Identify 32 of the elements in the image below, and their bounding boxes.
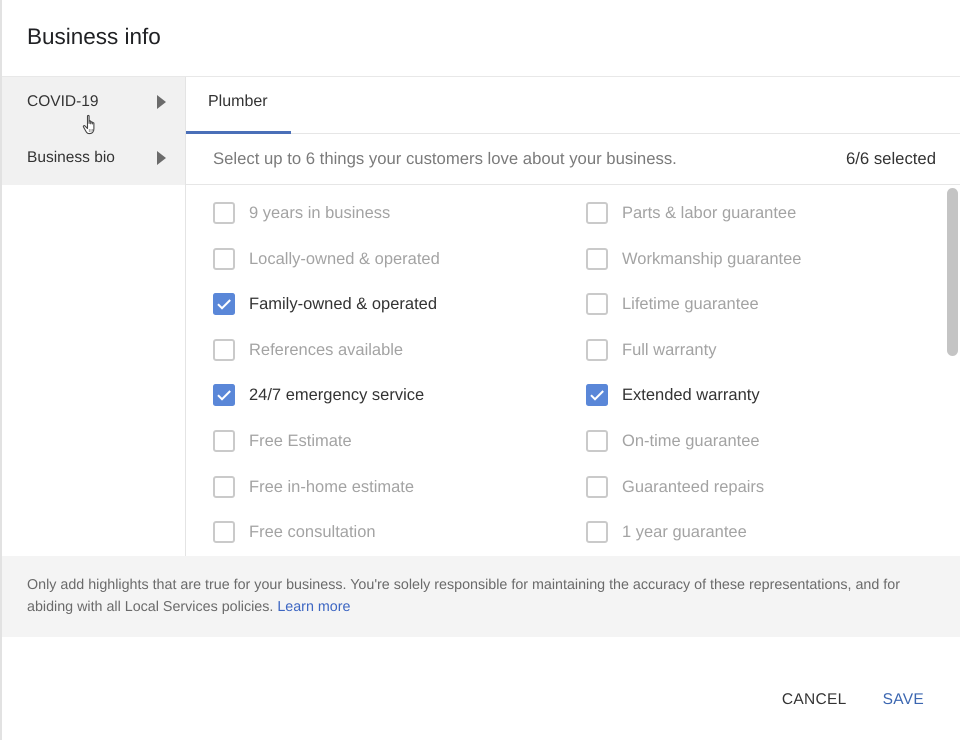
sidebar-item[interactable]: Business bio xyxy=(2,131,185,185)
checkbox-label: References available xyxy=(249,340,404,361)
save-button[interactable]: SAVE xyxy=(876,684,930,715)
checkbox-label: Lifetime guarantee xyxy=(622,294,759,316)
notice-text: Only add highlights that are true for your business. You're solely responsible for maintaining the accuracy of these representations, and for abiding with all Local Services policies. Learn more xyxy=(27,576,901,617)
checkbox-label: Free consultation xyxy=(249,522,376,544)
checkbox-label: Full warranty xyxy=(622,340,716,361)
checkbox-label: Workmanship guarantee xyxy=(622,248,802,270)
caret-icon xyxy=(157,95,166,109)
sidebar-item[interactable]: COVID-19 xyxy=(2,77,185,131)
dialog-title: Business info xyxy=(27,22,161,50)
checkbox-label: 9 years in business xyxy=(249,203,390,224)
checkbox-label: 24/7 emergency service xyxy=(249,385,424,406)
cancel-button[interactable]: CANCEL xyxy=(776,684,853,715)
learn-more-link[interactable]: Learn more xyxy=(277,599,350,615)
instruction-text: Select up to 6 things your customers love about your business. xyxy=(213,148,677,170)
tab[interactable]: Plumber xyxy=(186,77,291,134)
checkbox[interactable] xyxy=(213,293,235,316)
checkbox-label: On-time guarantee xyxy=(622,430,760,452)
checkbox-label: Extended warranty xyxy=(622,385,760,406)
checkbox-label: Parts & labor guarantee xyxy=(622,203,796,224)
checkbox-label: Free in-home estimate xyxy=(249,476,414,498)
selection-count: 6/6 selected xyxy=(846,148,936,170)
checkbox-label: Locally-owned & operated xyxy=(249,248,440,270)
checkbox[interactable] xyxy=(213,384,235,406)
checkbox[interactable] xyxy=(586,384,608,406)
checkbox-label: Family-owned & operated xyxy=(249,294,438,316)
checkbox-label: Free Estimate xyxy=(249,430,352,452)
caret-icon xyxy=(157,151,166,165)
checkbox-label: 1 year guarantee xyxy=(622,522,747,544)
scrollbar-thumb[interactable] xyxy=(947,188,958,356)
checkbox-label: Guaranteed repairs xyxy=(622,476,764,498)
